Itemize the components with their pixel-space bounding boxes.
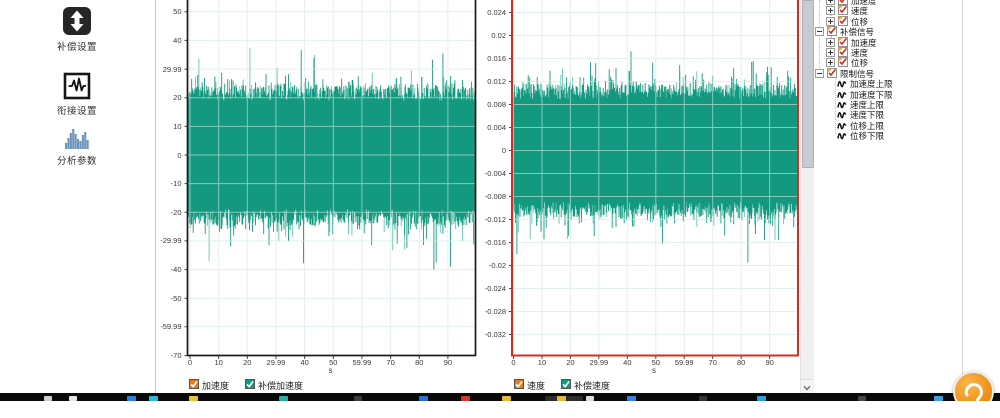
link-settings-button[interactable]: 衔接设置 bbox=[0, 72, 154, 117]
x-tick-label: 90 bbox=[431, 358, 465, 367]
tree-item-label: 位移上限 bbox=[850, 121, 884, 131]
analysis-params-button[interactable]: 分析参数 bbox=[0, 126, 154, 167]
y-tick-label: -40 bbox=[152, 265, 182, 274]
y-tick-label: 0.004 bbox=[476, 123, 506, 132]
signal-icon bbox=[837, 127, 847, 145]
legend-checkbox-icon bbox=[514, 376, 524, 394]
histogram-icon bbox=[0, 126, 154, 150]
y-tick-label: -0.008 bbox=[476, 192, 506, 201]
legend-item[interactable]: 速度 bbox=[514, 376, 545, 394]
taskbar-strip[interactable] bbox=[0, 393, 1000, 401]
tree-item-label: 位移 bbox=[851, 17, 868, 27]
y-tick-label: -0.032 bbox=[476, 330, 506, 339]
legend-checkbox-icon bbox=[245, 376, 255, 394]
legend-item[interactable]: 补偿加速度 bbox=[245, 376, 303, 394]
y-tick-label: 50 bbox=[152, 7, 182, 16]
y-tick-label: -29.99 bbox=[152, 236, 182, 245]
y-tick-label: -0.024 bbox=[476, 284, 506, 293]
legend-label: 速度 bbox=[527, 379, 545, 392]
y-tick-label: 10 bbox=[152, 122, 182, 131]
y-tick-label: 0.02 bbox=[476, 31, 506, 40]
y-tick-label: 29.99 bbox=[152, 65, 182, 74]
tool-label: 补偿设置 bbox=[0, 39, 154, 53]
tree-item-label: 速度上限 bbox=[850, 100, 884, 110]
scrollbar-thumb[interactable] bbox=[802, 0, 814, 168]
x-axis-title: s bbox=[329, 366, 333, 375]
x-tick-label: 90 bbox=[753, 358, 787, 367]
compensation-settings-button[interactable]: 补偿设置 bbox=[0, 6, 154, 53]
y-tick-label: 0 bbox=[476, 146, 506, 155]
legend-checkbox-icon bbox=[189, 376, 199, 394]
tool-label: 衔接设置 bbox=[0, 103, 154, 117]
updown-arrows-icon bbox=[0, 6, 154, 36]
legend-label: 补偿速度 bbox=[574, 379, 610, 392]
y-tick-label: -59.99 bbox=[152, 322, 182, 331]
tree-connector bbox=[835, 74, 836, 134]
chart-legend: 速度 补偿速度 bbox=[514, 376, 610, 394]
legend-item[interactable]: 加速度 bbox=[189, 376, 229, 394]
left-toolbar: 补偿设置 衔接设置 bbox=[0, 0, 156, 393]
x-axis-title: s bbox=[652, 366, 656, 375]
y-tick-label: 20 bbox=[152, 93, 182, 102]
y-tick-label: -20 bbox=[152, 208, 182, 217]
collapse-icon[interactable] bbox=[815, 65, 824, 83]
acceleration-chart-plot[interactable] bbox=[183, 0, 479, 361]
velocity-chart-plot[interactable] bbox=[508, 0, 803, 361]
legend-label: 加速度 bbox=[202, 379, 229, 392]
y-tick-label: -0.028 bbox=[476, 307, 506, 316]
tree-item-label: 速度下限 bbox=[850, 110, 884, 120]
panel-divider bbox=[962, 0, 963, 393]
tool-label: 分析参数 bbox=[0, 153, 154, 167]
scrollbar-down-button[interactable] bbox=[801, 379, 813, 393]
y-tick-label: -0.016 bbox=[476, 238, 506, 247]
signal-tree-panel: 加速度 速度 位移 补偿信号 加速度 速度 位移 限制信号 加速度上限 加速度下… bbox=[814, 0, 962, 393]
y-tick-label: -0.02 bbox=[476, 261, 506, 270]
waveform-icon bbox=[0, 72, 154, 100]
tree-item-limit[interactable]: 位移下限 bbox=[837, 131, 884, 141]
tree-item-label: 位移 bbox=[851, 58, 868, 68]
vertical-scrollbar[interactable] bbox=[800, 0, 814, 393]
checkbox-checked-icon[interactable] bbox=[827, 65, 837, 83]
y-tick-label: 0.008 bbox=[476, 100, 506, 109]
legend-item[interactable]: 补偿速度 bbox=[561, 376, 610, 394]
bottom-white-area bbox=[0, 401, 1000, 418]
y-tick-label: -0.004 bbox=[476, 169, 506, 178]
application-window: 补偿设置 衔接设置 bbox=[0, 0, 1000, 393]
tree-item-label: 速度 bbox=[851, 48, 868, 58]
y-tick-label: 40 bbox=[152, 36, 182, 45]
y-tick-label: 0 bbox=[152, 151, 182, 160]
y-tick-label: -10 bbox=[152, 179, 182, 188]
y-tick-label: 0.024 bbox=[476, 8, 506, 17]
y-tick-label: 0.012 bbox=[476, 77, 506, 86]
tree-item-label: 位移下限 bbox=[850, 131, 884, 141]
tree-item-label: 加速度上限 bbox=[850, 79, 893, 89]
tree-item-label: 加速度 bbox=[851, 38, 877, 48]
y-tick-label: 0.016 bbox=[476, 54, 506, 63]
tree-item-label: 加速度下限 bbox=[850, 90, 893, 100]
y-tick-label: -0.012 bbox=[476, 215, 506, 224]
tree-item-label: 加速度 bbox=[851, 0, 877, 6]
chart-legend: 加速度 补偿加速度 bbox=[189, 376, 303, 394]
y-tick-label: -50 bbox=[152, 294, 182, 303]
legend-label: 补偿加速度 bbox=[258, 379, 303, 392]
collapse-icon[interactable] bbox=[815, 23, 824, 41]
tree-item-label: 速度 bbox=[851, 6, 868, 16]
legend-checkbox-icon bbox=[561, 376, 571, 394]
